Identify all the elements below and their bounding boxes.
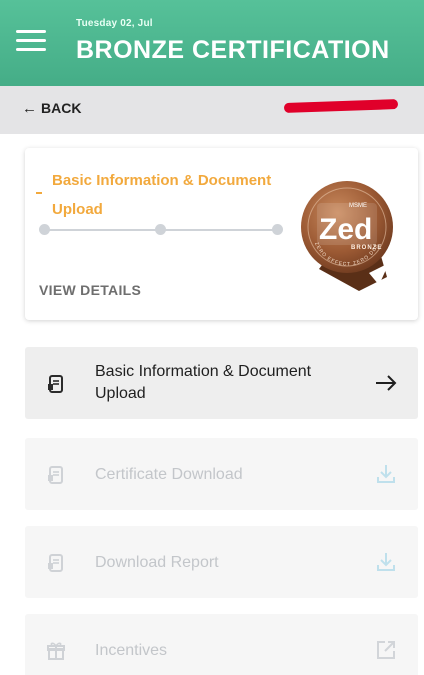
arrow-left-icon: ←	[22, 100, 37, 117]
menu-item-certificate-download[interactable]: Certificate Download	[25, 438, 418, 510]
status-card: Basic Information & Document Upload VIEW…	[25, 148, 418, 320]
menu-item-basic-information[interactable]: Basic Information & Document Upload	[25, 347, 418, 419]
download-icon[interactable]	[374, 462, 398, 486]
menu-item-incentives[interactable]: Incentives	[25, 614, 418, 675]
page-title: BRONZE CERTIFICATION	[76, 36, 390, 64]
progress-dot	[39, 224, 50, 235]
header-date: Tuesday 02, Jul	[76, 18, 153, 29]
menu-item-label: Basic Information & Document Upload	[95, 363, 312, 402]
document-icon	[45, 464, 67, 486]
document-icon	[45, 552, 67, 574]
back-label: BACK	[41, 100, 82, 116]
back-bar: ← BACK	[0, 86, 424, 134]
current-step-marker	[36, 192, 42, 194]
menu-item-download-report[interactable]: Download Report	[25, 526, 418, 598]
current-step-title: Basic Information & Document Upload	[52, 172, 272, 218]
back-button[interactable]: ← BACK	[22, 100, 81, 117]
external-link-icon[interactable]	[374, 638, 398, 662]
view-details-link[interactable]: VIEW DETAILS	[39, 282, 141, 298]
gift-icon	[45, 640, 67, 662]
menu-item-label: Certificate Download	[95, 466, 243, 483]
redacted-user-name	[283, 99, 399, 113]
progress-dot	[155, 224, 166, 235]
arrow-right-icon[interactable]	[374, 371, 398, 395]
app-header: Tuesday 02, Jul BRONZE CERTIFICATION	[0, 0, 424, 86]
zed-bronze-badge-icon: MSME Zed BRONZE ZERO EFFECT ZERO DEFECT	[295, 173, 397, 295]
svg-text:MSME: MSME	[349, 203, 367, 209]
step-progress	[39, 224, 283, 236]
menu-item-label: Download Report	[95, 554, 219, 571]
progress-dot	[272, 224, 283, 235]
svg-text:Zed: Zed	[319, 213, 372, 246]
hamburger-menu-icon[interactable]	[16, 30, 46, 54]
download-icon[interactable]	[374, 550, 398, 574]
document-icon	[45, 373, 67, 395]
menu-item-label: Incentives	[95, 642, 168, 659]
